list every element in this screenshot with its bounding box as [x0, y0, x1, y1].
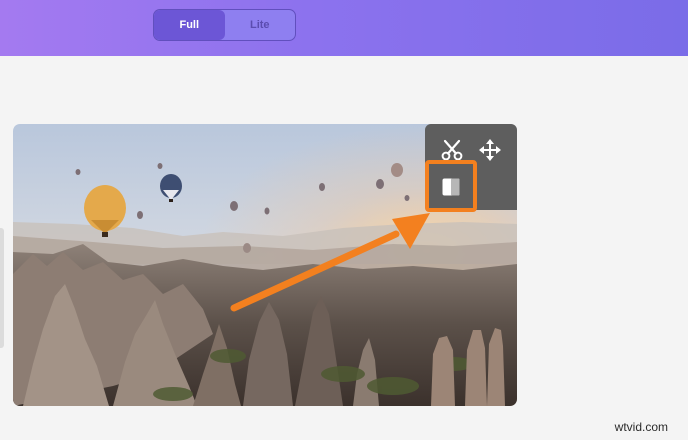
move-arrows-icon[interactable] — [479, 139, 501, 161]
watermark: wtvid.com — [614, 420, 668, 434]
scissors-icon[interactable] — [440, 138, 464, 162]
side-panel-edge — [0, 228, 4, 348]
full-mode-button[interactable]: Full — [154, 10, 225, 40]
lite-mode-button[interactable]: Lite — [225, 10, 296, 40]
full-lite-toggle[interactable]: Full Lite — [153, 9, 296, 41]
highlight-box — [425, 160, 477, 212]
top-bar: Full Lite — [0, 0, 688, 56]
